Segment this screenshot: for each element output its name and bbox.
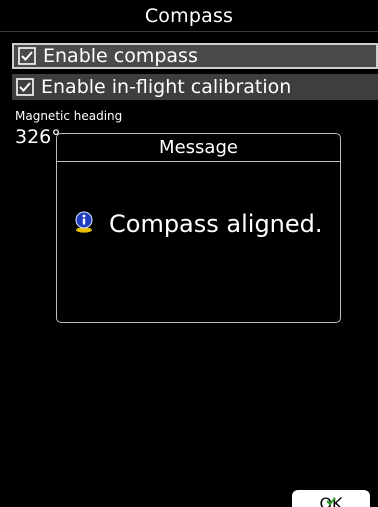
checkbox-checked-icon <box>17 46 37 66</box>
enable-compass-label: Enable compass <box>43 45 198 67</box>
page-title: Compass <box>144 4 234 27</box>
magnetic-heading-value: 326° <box>15 126 61 148</box>
magnetic-heading-label: Magnetic heading <box>15 109 123 123</box>
info-icon <box>73 211 95 237</box>
enable-inflight-calibration-label: Enable in-flight calibration <box>41 76 292 98</box>
dialog-message: Compass aligned. <box>109 210 323 238</box>
dialog-body: Compass aligned. <box>73 210 323 238</box>
checkbox-checked-icon <box>15 77 35 97</box>
dialog-title: Message <box>57 134 340 162</box>
title-bar: Compass <box>0 0 378 32</box>
message-dialog: Message Compass aligned. <box>56 133 341 323</box>
check-icon <box>326 490 336 507</box>
enable-inflight-calibration-checkbox[interactable]: Enable in-flight calibration <box>12 74 378 100</box>
ok-button[interactable]: OK <box>292 490 370 507</box>
enable-compass-checkbox[interactable]: Enable compass <box>12 43 378 69</box>
